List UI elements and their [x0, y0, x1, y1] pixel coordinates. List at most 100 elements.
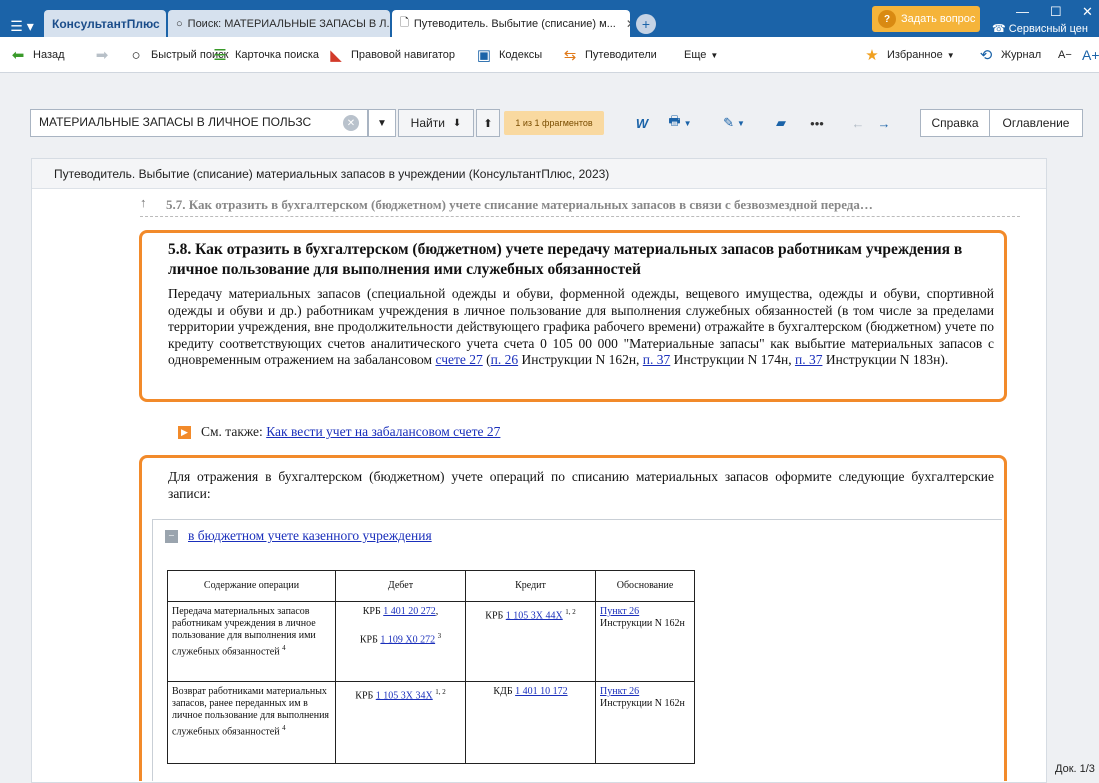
collapse-toggle[interactable]: − в бюджетном учете казенного учреждения [165, 528, 432, 544]
close-icon[interactable]: ✕ [626, 17, 630, 31]
service-center-link[interactable]: ☎ Сервисный цен [992, 22, 1088, 35]
account-link[interactable]: 1 105 3Х 44Х [506, 610, 563, 621]
toc-label: Оглавление [1002, 116, 1070, 130]
search-history-dropdown[interactable]: ▼ [368, 109, 396, 137]
side-panel [1083, 158, 1099, 748]
p37-174-link[interactable]: п. 37 [643, 352, 670, 367]
see-also: ▶ См. также: Как вести учет на забалансо… [178, 424, 500, 440]
collapsible-block: − в бюджетном учете казенного учреждения… [152, 519, 1002, 781]
operation-text: Передача материальных запасов работникам… [172, 606, 316, 658]
find-next-button[interactable]: Найти ⬇ [398, 109, 474, 137]
clear-search-icon[interactable]: ✕ [343, 115, 359, 131]
instruction-183-text: Инструкции N 183н). [822, 352, 949, 367]
account-link[interactable]: 1 401 20 272 [383, 606, 436, 617]
tab-consultant-home[interactable]: КонсультантПлюс [44, 10, 166, 37]
account-link[interactable]: 1 109 Х0 272 [380, 634, 435, 645]
column-header: Кредит [465, 570, 596, 602]
find-previous-button[interactable]: ⬆ [476, 109, 500, 137]
document-counter: Док. 1/3 [1055, 763, 1095, 775]
maximize-button[interactable]: ☐ [1050, 4, 1062, 20]
minimize-button[interactable]: — [1016, 4, 1029, 19]
ask-question-label: Задать вопрос [901, 13, 976, 25]
debit-entry: КРБ 1 109 Х0 272 3 [340, 630, 461, 646]
search-icon: ○ [176, 17, 183, 30]
star-icon: ★ [865, 47, 879, 64]
back-label: Назад [33, 49, 65, 61]
see-also-label: См. также: [201, 424, 263, 439]
table-cell: КДБ 1 401 10 172 [465, 681, 596, 764]
guides-label: Путеводители [585, 49, 657, 61]
footnote-mark[interactable]: 1, 2 [435, 688, 446, 696]
table-cell: КРБ 1 401 20 272, КРБ 1 109 Х0 272 3 [335, 601, 466, 682]
footnote-mark[interactable]: 4 [282, 644, 286, 652]
basis-text: Инструкции N 162н [600, 618, 685, 629]
print-button[interactable]: 🖶 ▼ [662, 111, 698, 135]
table-cell: Передача материальных запасов работникам… [167, 601, 336, 682]
basis-link[interactable]: Пункт 26 [600, 686, 639, 697]
search-card-button[interactable]: ☰ Карточка поиска [210, 37, 319, 73]
table-cell: Пункт 26 Инструкции N 162н [595, 681, 695, 764]
account-27-link[interactable]: счете 27 [435, 352, 482, 367]
title-bar: ☰ ▾ КонсультантПлюс ○ Поиск: МАТЕРИАЛЬНЫ… [0, 0, 1099, 37]
favorites-button[interactable]: ★ Избранное ▼ [862, 37, 954, 73]
section-title: 5.8. Как отразить в бухгалтерском (бюдже… [168, 241, 963, 278]
help-button[interactable]: Справка [920, 109, 990, 137]
codes-button[interactable]: ▣ Кодексы [474, 37, 542, 73]
arrow-right-icon: ➡ [95, 47, 109, 64]
column-header: Обоснование [595, 570, 695, 602]
forward-button[interactable]: ➡ [92, 37, 117, 73]
search-card-icon: ☰ [213, 47, 227, 64]
word-export-icon[interactable]: W [632, 111, 652, 135]
font-increase-label: A+ [1082, 47, 1099, 63]
p26-link[interactable]: п. 26 [491, 352, 518, 367]
table-cell: Возврат работниками материальных запасов… [167, 681, 336, 764]
font-increase-button[interactable]: A+ [1082, 37, 1099, 73]
service-center-label: Сервисный цен [1008, 23, 1088, 35]
search-input-value: МАТЕРИАЛЬНЫЕ ЗАПАСЫ В ЛИЧНОЕ ПОЛЬЗС [39, 115, 312, 129]
p37-183-link[interactable]: п. 37 [795, 352, 822, 367]
nav-forward-icon[interactable]: → [874, 111, 894, 135]
instruction-174-text: Инструкции N 174н, [670, 352, 795, 367]
journal-button[interactable]: ⟲ Журнал [976, 37, 1041, 73]
back-button[interactable]: ⬅ Назад [8, 37, 65, 73]
previous-section-link[interactable]: 5.7. Как отразить в бухгалтерском (бюдже… [166, 197, 873, 213]
footnote-mark[interactable]: 3 [438, 632, 442, 640]
column-header: Содержание операции [167, 570, 336, 602]
highlighted-section: 5.8. Как отразить в бухгалтерском (бюдже… [139, 230, 1007, 402]
collapse-link[interactable]: в бюджетном учете казенного учреждения [188, 528, 432, 544]
footnote-mark[interactable]: 4 [282, 724, 286, 732]
main-menu-button[interactable]: ☰ ▾ [4, 15, 40, 37]
see-also-link[interactable]: Как вести учет на забалансовом счете 27 [266, 424, 500, 440]
new-tab-button[interactable]: + [636, 14, 656, 34]
debit-prefix: КРБ [362, 606, 384, 617]
close-window-button[interactable]: ✕ [1082, 4, 1093, 20]
comment-icon[interactable]: ▰ [770, 111, 792, 135]
account-link[interactable]: 1 105 3Х 34Х [376, 690, 433, 701]
more-menu-button[interactable]: Еще ▼ [684, 37, 718, 73]
text-search-input[interactable]: МАТЕРИАЛЬНЫЕ ЗАПАСЫ В ЛИЧНОЕ ПОЛЬЗС [30, 109, 368, 137]
basis-text: Инструкции N 162н [600, 698, 685, 709]
section-paragraph: Передачу материальных запасов (специальн… [168, 286, 994, 367]
footnote-mark[interactable]: 1, 2 [565, 608, 576, 616]
legal-navigator-button[interactable]: ◣ Правовой навигатор [326, 37, 455, 73]
tab-guide[interactable]: 🗋 Путеводитель. Выбытие (списание) м... … [392, 10, 630, 37]
entries-table: Содержание операции Дебет Кредит Обоснов… [167, 570, 695, 764]
tab-search[interactable]: ○ Поиск: МАТЕРИАЛЬНЫЕ ЗАПАСЫ В Л... [168, 10, 390, 37]
app-logo: КонсультантПлюс [52, 16, 160, 31]
basis-link[interactable]: Пункт 26 [600, 606, 639, 617]
operation-text: Возврат работниками материальных запасов… [172, 686, 330, 738]
document-title: Путеводитель. Выбытие (списание) материа… [32, 159, 1046, 189]
guides-button[interactable]: ⇆ Путеводители [560, 37, 657, 73]
highlight-button[interactable]: ✎ ▼ [716, 111, 752, 135]
toc-button[interactable]: Оглавление [989, 109, 1083, 137]
account-link[interactable]: 1 401 10 172 [515, 686, 568, 697]
arrow-left-icon: ⬅ [11, 47, 25, 64]
table-cell: КРБ 1 105 3Х 44Х 1, 2 [465, 601, 596, 682]
arrow-marker-icon: ▶ [178, 425, 191, 439]
more-options-icon[interactable]: ••• [806, 111, 828, 135]
nav-back-icon[interactable]: ← [848, 111, 868, 135]
help-label: Справка [931, 116, 979, 130]
history-icon: ⟲ [979, 47, 993, 64]
ask-question-button[interactable]: ? Задать вопрос [872, 6, 980, 32]
font-decrease-button[interactable]: A− [1058, 37, 1072, 73]
